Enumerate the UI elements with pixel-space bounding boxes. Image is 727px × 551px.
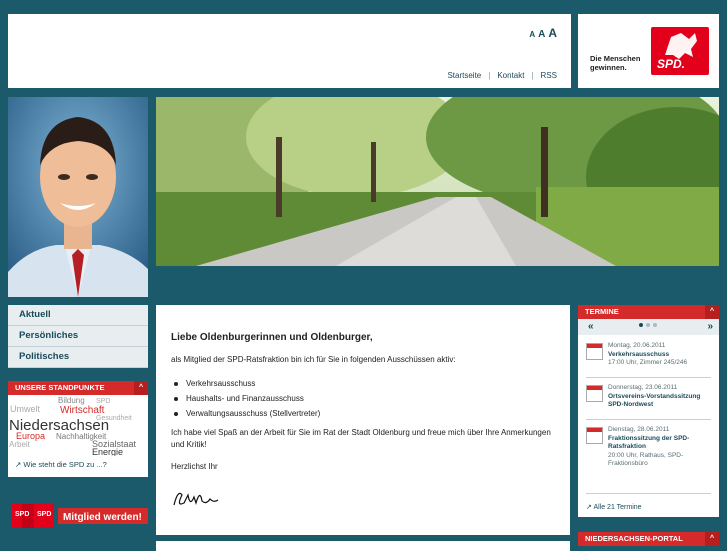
nav-link-rss[interactable]: RSS: [541, 71, 557, 80]
pager-dots: [639, 323, 657, 327]
font-size-switcher: A A A: [529, 26, 557, 40]
left-navigation: Aktuell Persönliches Politisches: [8, 305, 148, 368]
nav-separator: |: [531, 71, 534, 80]
signature-image: [173, 492, 219, 506]
divider: [586, 419, 711, 420]
pager-dot[interactable]: [639, 323, 643, 327]
arrow-icon: ↗: [15, 460, 22, 469]
slogan-line-1: Die Menschen: [590, 54, 641, 63]
termine-header: TERMINE ^: [578, 305, 719, 319]
committee-list: Verkehrsausschuss Haushalts- und Finanza…: [171, 376, 320, 421]
termin-meta: 17:00 Uhr, Zimmer 245/246: [608, 359, 688, 366]
calendar-icon: [586, 427, 603, 444]
body-paragraph: Ich habe viel Spaß an der Arbeit für Sie…: [171, 428, 551, 449]
slogan-line-2: gewinnen.: [590, 63, 627, 72]
nav-item-politisches[interactable]: Politisches: [8, 347, 148, 368]
termin-title[interactable]: Verkehrsausschuss: [608, 351, 712, 360]
arrow-icon: ↗: [586, 504, 592, 511]
spd-logo-icon: SPD.: [651, 27, 709, 75]
tag-cloud-graphic: Bildung SPD Umwelt Wirtschaft Gesundheit…: [9, 396, 137, 456]
spd-logo-box[interactable]: Die Menschen gewinnen. SPD.: [578, 14, 719, 88]
calendar-icon: [586, 385, 603, 402]
termin-item[interactable]: Dienstag, 28.06.2011 Fraktionssitzung de…: [586, 426, 714, 468]
termin-date: Donnerstag, 23.06.2011: [608, 384, 678, 391]
alle-termine-label: Alle 21 Termine: [593, 504, 642, 511]
portrait-image: [8, 97, 148, 297]
termin-title[interactable]: Fraktionssitzung der SPD-Ratsfraktion: [608, 435, 712, 452]
main-content: Liebe Oldenburgerinnen und Oldenburger, …: [156, 305, 570, 535]
cloud-word: Arbeit: [9, 440, 31, 449]
termine-title: TERMINE: [585, 307, 619, 316]
cloud-word: SPD: [96, 398, 110, 405]
mitglied-werden-banner[interactable]: SPD SPD Mitglied werden!: [12, 503, 148, 529]
main-content-lower-box: [156, 541, 570, 551]
pager-dot[interactable]: [653, 323, 657, 327]
prev-arrow-icon[interactable]: «: [588, 319, 594, 335]
termin-meta: 20:00 Uhr, Rathaus, SPD-Fraktionsbüro: [608, 451, 684, 468]
termin-title[interactable]: Ortsvereins-Vorstandssitzung SPD-Nordwes…: [608, 393, 712, 410]
termin-date: Dienstag, 28.06.2011: [608, 426, 670, 433]
closing-text: Herzlichst Ihr: [171, 462, 218, 471]
collapse-toggle-icon[interactable]: ^: [705, 305, 719, 319]
niedersachsen-portal-box: NIEDERSACHSEN-PORTAL ^: [578, 532, 719, 546]
portrait-photo: [8, 97, 148, 297]
standpunkte-link[interactable]: ↗ Wie steht die SPD zu ...?: [15, 460, 107, 469]
nav-separator: |: [488, 71, 491, 80]
list-item: Verwaltungsausschuss (Stellvertreter): [171, 406, 320, 421]
portal-title: NIEDERSACHSEN-PORTAL: [585, 534, 683, 543]
next-arrow-icon[interactable]: »: [707, 319, 713, 335]
termine-box: TERMINE ^ « » Montag, 20.06.2011 Verkehr…: [578, 305, 719, 517]
portal-header: NIEDERSACHSEN-PORTAL ^: [578, 532, 719, 546]
forest-road-image: [156, 97, 719, 266]
collapse-toggle-icon[interactable]: ^: [705, 532, 719, 546]
cloud-word: Bildung: [58, 396, 85, 405]
top-navigation: Startseite | Kontakt | RSS: [447, 71, 557, 80]
pager-dot[interactable]: [646, 323, 650, 327]
divider: [586, 377, 711, 378]
alle-termine-link[interactable]: ↗ Alle 21 Termine: [586, 503, 642, 511]
cloud-word: Umwelt: [10, 404, 41, 414]
spd-badge-text: SPD: [15, 511, 29, 518]
nav-link-startseite[interactable]: Startseite: [447, 71, 481, 80]
font-size-large-button[interactable]: A: [548, 26, 557, 40]
nav-link-kontakt[interactable]: Kontakt: [497, 71, 524, 80]
nav-item-persoenliches[interactable]: Persönliches: [8, 326, 148, 347]
intro-text: als Mitglied der SPD-Ratsfraktion bin ic…: [171, 355, 456, 364]
header-landscape-photo: [156, 97, 719, 266]
termin-item[interactable]: Donnerstag, 23.06.2011 Ortsvereins-Vorst…: [586, 384, 714, 416]
nav-item-aktuell[interactable]: Aktuell: [8, 305, 148, 326]
font-size-small-button[interactable]: A: [529, 30, 535, 39]
list-item: Haushalts- und Finanzausschuss: [171, 391, 320, 406]
spd-logo-text: SPD.: [657, 57, 686, 71]
greeting-heading: Liebe Oldenburgerinnen und Oldenburger,: [171, 332, 373, 343]
termin-date: Montag, 20.06.2011: [608, 342, 666, 349]
tag-cloud[interactable]: Bildung SPD Umwelt Wirtschaft Gesundheit…: [8, 396, 148, 456]
list-item: Verkehrsausschuss: [171, 376, 320, 391]
standpunkte-title: UNSERE STANDPUNKTE: [15, 383, 105, 392]
mitglied-banner-graphic: SPD SPD Mitglied werden!: [12, 504, 148, 528]
standpunkte-box: UNSERE STANDPUNKTE ^ Bildung SPD Umwelt …: [8, 381, 148, 477]
collapse-toggle-icon[interactable]: ^: [134, 381, 148, 395]
standpunkte-header: UNSERE STANDPUNKTE ^: [8, 381, 148, 395]
calendar-icon: [586, 343, 603, 360]
font-size-medium-button[interactable]: A: [538, 29, 545, 40]
spd-badge-text: SPD: [37, 511, 51, 518]
termine-pager: « »: [578, 319, 719, 335]
cloud-word: Energie: [92, 447, 123, 456]
termin-item[interactable]: Montag, 20.06.2011 Verkehrsausschuss 17:…: [586, 342, 714, 374]
mitglied-label: Mitglied werden!: [63, 512, 142, 523]
logo-slogan: Die Menschen gewinnen.: [590, 54, 640, 72]
divider: [586, 493, 711, 494]
standpunkte-link-label: Wie steht die SPD zu ...?: [23, 460, 107, 469]
header: A A A Startseite | Kontakt | RSS: [8, 14, 571, 88]
